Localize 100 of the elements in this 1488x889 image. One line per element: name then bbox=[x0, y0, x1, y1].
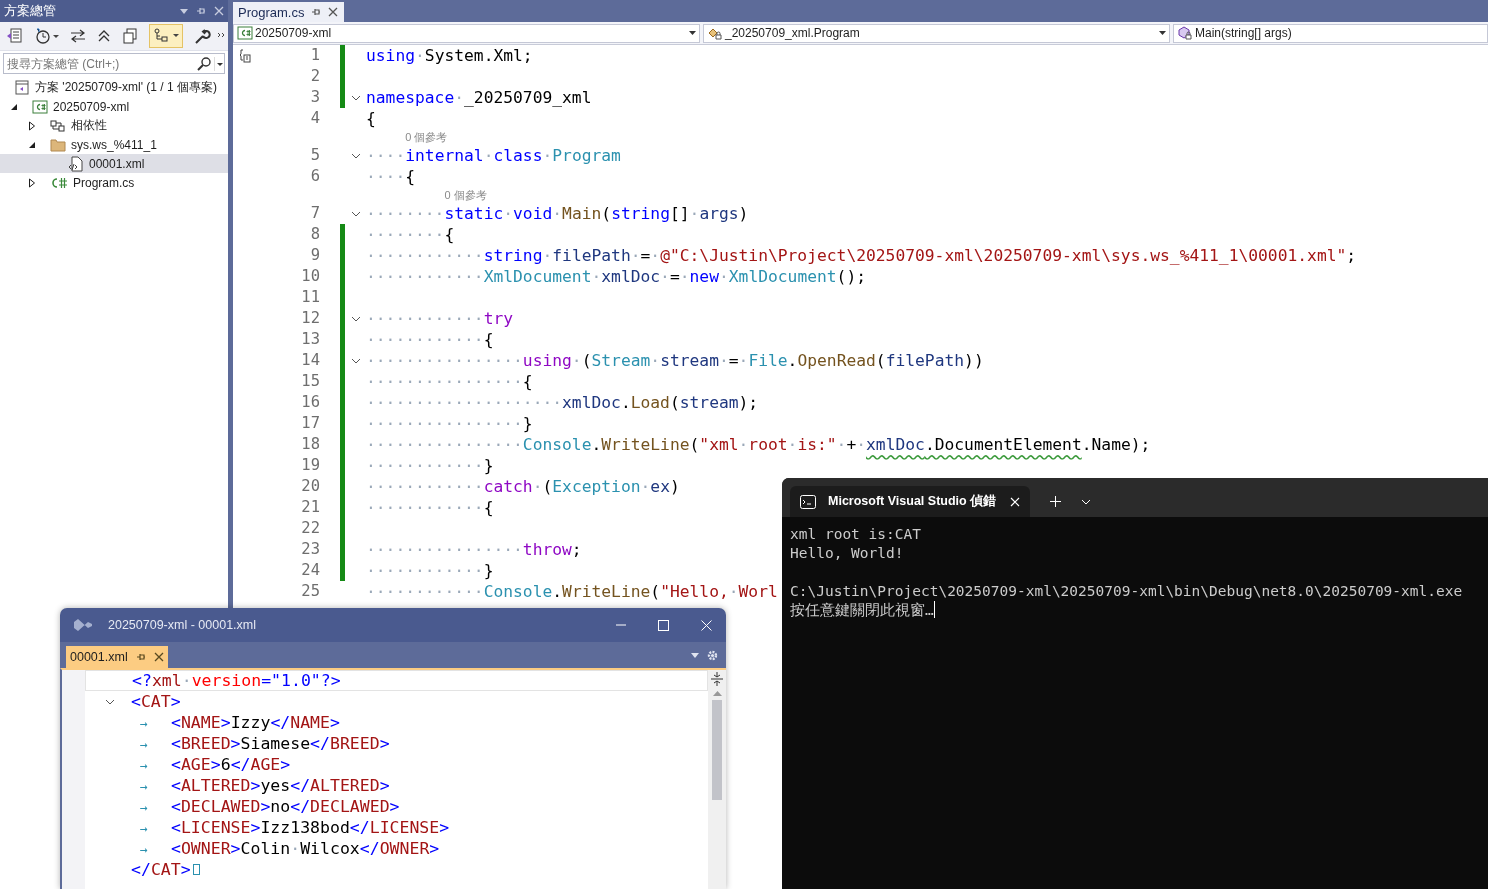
collapsed-arrow-icon[interactable] bbox=[28, 120, 36, 131]
document-tab[interactable]: 00001.xml bbox=[66, 646, 168, 668]
chevron-down-icon[interactable] bbox=[350, 315, 361, 322]
copy-icon[interactable] bbox=[121, 27, 139, 45]
code-line: <?xml·version="1.0"?> bbox=[132, 670, 341, 691]
solution-icon[interactable] bbox=[5, 27, 23, 45]
code-line: ············string·filePath·=·@"C:\Justin\Project\20250709-xml\20250709-xml\sys.ws_%411_1\00001.xml"; bbox=[366, 245, 1357, 266]
code-line: ············Console.WriteLine("Hello,·Worl bbox=[366, 581, 778, 602]
folder-icon bbox=[50, 136, 66, 153]
scrollbar[interactable] bbox=[708, 670, 726, 889]
code-line: ············{ bbox=[366, 329, 494, 350]
editor-tab[interactable]: Program.cs bbox=[233, 2, 345, 22]
code-line: ················throw; bbox=[366, 539, 582, 560]
line-number: 3 bbox=[309, 87, 320, 108]
code-line: ················Console.WriteLine("xml·root·is:"·+·xmlDoc.DocumentElement.Name); bbox=[366, 434, 1151, 455]
tree-item[interactable]: 方案 '20250709-xml' (1 / 1 個專案) bbox=[0, 78, 228, 97]
history-icon[interactable] bbox=[35, 27, 61, 45]
code-line: ····{ bbox=[366, 166, 416, 187]
code-line: ················{ bbox=[366, 371, 533, 392]
code-line: </CAT> bbox=[131, 859, 191, 880]
line-number: 9 bbox=[309, 245, 320, 266]
csharp-project-icon bbox=[237, 26, 253, 40]
code-line: using·System.Xml; bbox=[366, 45, 533, 66]
caret-icon[interactable] bbox=[689, 30, 696, 36]
pin-icon[interactable] bbox=[135, 652, 146, 662]
code-line: ················} bbox=[366, 413, 533, 434]
terminal-tab[interactable]: Microsoft Visual Studio 偵錯 bbox=[790, 486, 1030, 517]
line-number: 6 bbox=[309, 166, 320, 187]
code-line: ············} bbox=[366, 455, 494, 476]
code-line: ············try bbox=[366, 308, 514, 329]
scrollbar-thumb[interactable] bbox=[712, 700, 722, 800]
app-logo-icon bbox=[72, 616, 94, 634]
quick-action-icon[interactable] bbox=[239, 48, 251, 63]
dependencies-icon bbox=[50, 117, 66, 134]
line-number: 8 bbox=[309, 224, 320, 245]
panel-title: 方案總管 bbox=[4, 2, 57, 20]
line-number: 23 bbox=[300, 539, 320, 560]
navigation-dropdown[interactable]: _20250709_xml.Program bbox=[703, 23, 1170, 43]
line-number: 16 bbox=[300, 392, 320, 413]
new-tab-icon[interactable] bbox=[1050, 496, 1061, 507]
collapsed-arrow-icon[interactable] bbox=[28, 177, 36, 188]
search-icon[interactable] bbox=[197, 56, 211, 71]
chevron-down-icon[interactable] bbox=[350, 210, 361, 217]
chevron-down-icon[interactable] bbox=[350, 357, 361, 364]
code-line: { bbox=[366, 108, 376, 129]
terminal-tab-title: Microsoft Visual Studio 偵錯 bbox=[828, 493, 998, 510]
code-line: ············} bbox=[366, 560, 494, 581]
code-line: ········static·void·Main(string[]·args) bbox=[366, 203, 749, 224]
line-number: 13 bbox=[300, 329, 320, 350]
wrench-icon[interactable] bbox=[193, 27, 211, 45]
close-icon[interactable] bbox=[328, 7, 339, 17]
line-number: 22 bbox=[300, 518, 320, 539]
line-number: 20 bbox=[300, 476, 320, 497]
window-title: 20250709-xml - 00001.xml bbox=[108, 618, 257, 632]
code-line: <CAT> bbox=[131, 691, 181, 712]
console-output-line: 按任意鍵關閉此視窗… bbox=[790, 602, 934, 618]
chevron-down-icon[interactable] bbox=[105, 698, 115, 705]
line-number: 12 bbox=[300, 308, 320, 329]
code-line: ············XmlDocument·xmlDoc·=·new·XmlDocument(); bbox=[366, 266, 867, 287]
navigation-dropdown[interactable]: Main(string[] args) bbox=[1173, 23, 1488, 43]
line-number: 2 bbox=[309, 66, 320, 87]
tree-item[interactable]: 相依性 bbox=[0, 116, 228, 135]
split-icon[interactable] bbox=[711, 672, 723, 686]
search-field[interactable]: 搜尋方案總管 (Ctrl+;) bbox=[3, 53, 225, 74]
settings-icon[interactable] bbox=[707, 649, 718, 661]
tree-item[interactable]: Program.cs bbox=[0, 173, 228, 192]
line-number: 15 bbox=[300, 371, 320, 392]
expanded-arrow-icon[interactable] bbox=[10, 102, 18, 111]
dropdown-icon[interactable] bbox=[214, 55, 224, 72]
solution-icon bbox=[14, 79, 30, 96]
chevron-down-icon[interactable] bbox=[350, 152, 361, 159]
line-number: 14 bbox=[300, 350, 320, 371]
reference-count[interactable]: 0 個參考 bbox=[405, 129, 448, 145]
line-number: 21 bbox=[300, 497, 320, 518]
maximize-icon[interactable] bbox=[658, 619, 669, 631]
code-line: → <BREED>Siamese</BREED> bbox=[139, 732, 390, 755]
tree-item[interactable]: 00001.xml bbox=[0, 154, 228, 173]
pin-icon[interactable] bbox=[311, 7, 322, 17]
line-number: 10 bbox=[300, 266, 320, 287]
code-line: → <OWNER>Colin·Wilcox</OWNER> bbox=[139, 837, 440, 860]
class-icon bbox=[707, 26, 723, 40]
expanded-arrow-icon[interactable] bbox=[28, 140, 36, 149]
line-number: 19 bbox=[300, 455, 320, 476]
code-line: → <ALTERED>yes</ALTERED> bbox=[139, 774, 390, 797]
code-line: ············{ bbox=[366, 497, 494, 518]
reference-count[interactable]: 0 個參考 bbox=[444, 187, 487, 203]
line-number: 18 bbox=[300, 434, 320, 455]
code-line: ········{ bbox=[366, 224, 455, 245]
caret-icon[interactable] bbox=[1159, 30, 1166, 36]
console-output-line: xml root is:CAT bbox=[790, 525, 922, 544]
tree-item[interactable]: 20250709-xml bbox=[0, 97, 228, 116]
code-line: ····internal·class·Program bbox=[366, 145, 621, 166]
code-line: → <AGE>6</AGE> bbox=[139, 753, 291, 776]
tree-item[interactable]: sys.ws_%411_1 bbox=[0, 135, 228, 154]
navigation-dropdown[interactable]: 20250709-xml bbox=[233, 23, 700, 43]
xml-file-icon bbox=[68, 155, 84, 172]
code-line: → <NAME>Izzy</NAME> bbox=[139, 711, 340, 734]
console-output-line: Hello, World! bbox=[790, 544, 905, 563]
chevron-down-icon[interactable] bbox=[350, 94, 361, 101]
sync-icon[interactable] bbox=[69, 27, 87, 45]
